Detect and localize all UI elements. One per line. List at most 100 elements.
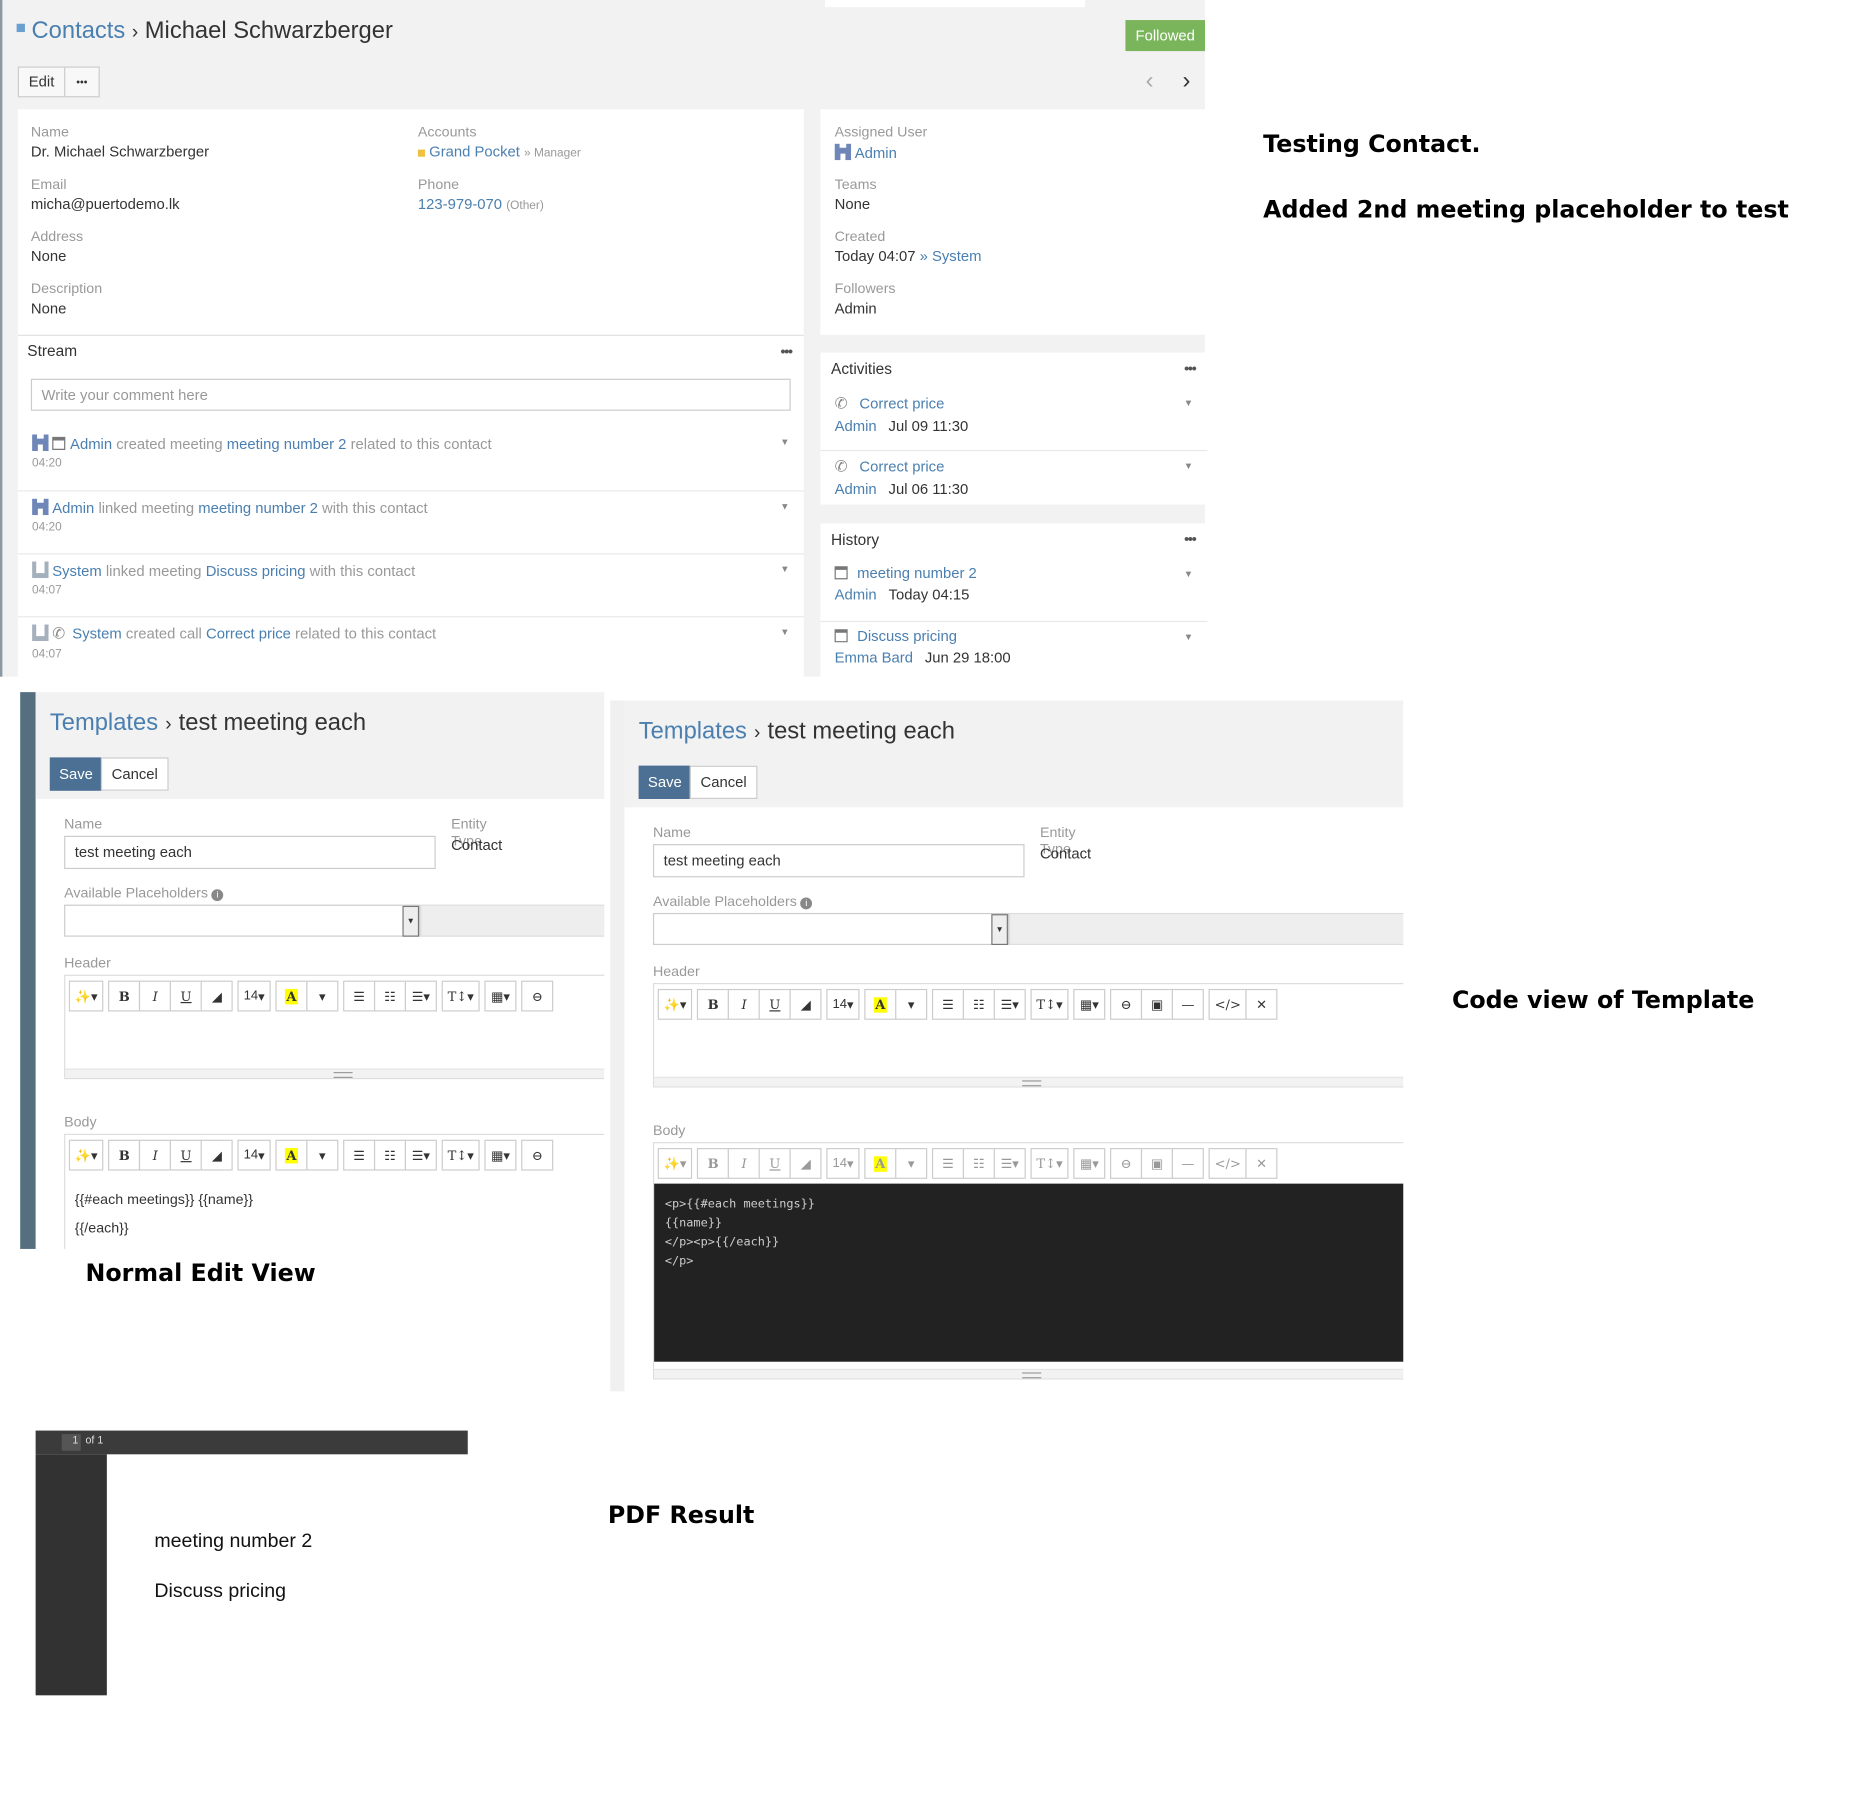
history-menu-button[interactable]: ••• <box>1184 531 1197 548</box>
dropdown-caret-icon[interactable]: ▼ <box>780 437 789 448</box>
history-item-link[interactable]: meeting number 2 <box>857 565 977 582</box>
stream-target-link[interactable]: Correct price <box>206 626 291 643</box>
breadcrumb-templates-link[interactable]: Templates <box>50 710 158 736</box>
body-editor[interactable]: ✨▾ B I U ◢ 14 ▾ A ▾ ☰ ☷ ☰▾ T↕▾ ▦▾ ⊖ ▣ — </> ✕ <p>{{#each m… <box>652 1142 1404 1380</box>
created-by-link[interactable]: » System <box>920 248 982 265</box>
cancel-button[interactable]: Cancel <box>100 757 169 791</box>
stream-target-link[interactable]: meeting number 2 <box>227 436 347 453</box>
font-size-dropdown[interactable]: 14 ▾ <box>237 980 271 1012</box>
underline-icon[interactable]: U <box>170 980 203 1012</box>
resize-handle[interactable] <box>654 1368 1404 1379</box>
eraser-icon[interactable]: ◢ <box>200 980 233 1012</box>
underline-icon[interactable]: U <box>758 1148 791 1179</box>
dropdown-caret-icon[interactable]: ▼ <box>780 627 789 638</box>
table-icon[interactable]: ▦▾ <box>1073 1148 1106 1179</box>
more-actions-button[interactable]: ••• <box>64 66 100 98</box>
bullet-list-icon[interactable]: ☰ <box>343 980 376 1012</box>
numbered-list-icon[interactable]: ☷ <box>962 1148 995 1179</box>
resize-handle[interactable] <box>654 1076 1404 1087</box>
align-dropdown-icon[interactable]: ☰▾ <box>404 980 437 1012</box>
text-height-icon[interactable]: T↕▾ <box>441 1139 480 1171</box>
italic-icon[interactable]: I <box>728 1148 761 1179</box>
bold-icon[interactable]: B <box>108 1139 141 1171</box>
numbered-list-icon[interactable]: ☷ <box>373 980 407 1012</box>
select-dropdown-button[interactable]: ▼ <box>402 905 420 937</box>
eraser-icon[interactable]: ◢ <box>200 1139 233 1171</box>
activities-item-user[interactable]: Admin <box>835 418 877 435</box>
numbered-list-icon[interactable]: ☷ <box>373 1139 407 1171</box>
text-height-icon[interactable]: T↕▾ <box>1030 988 1069 1020</box>
stream-user-link[interactable]: Admin <box>70 436 112 453</box>
align-dropdown-icon[interactable]: ☰▾ <box>993 1148 1026 1179</box>
placeholders-select[interactable] <box>652 912 1010 946</box>
stream-menu-button[interactable]: ••• <box>780 343 793 360</box>
name-input[interactable]: test meeting each <box>64 835 436 870</box>
stream-user-link[interactable]: Admin <box>52 500 94 517</box>
body-content[interactable]: {{#each meetings}} {{name}} {{/each}} <box>75 1185 253 1242</box>
highlight-color-icon[interactable]: A <box>275 1139 308 1171</box>
magic-wand-icon[interactable]: ✨▾ <box>68 1139 104 1171</box>
italic-icon[interactable]: I <box>139 1139 172 1171</box>
underline-icon[interactable]: U <box>758 988 791 1020</box>
breadcrumb-contacts-link[interactable]: Contacts <box>32 18 126 44</box>
body-editor[interactable]: ✨▾ B I U ◢ 14 ▾ A ▾ ☰ ☷ ☰▾ T↕▾ ▦▾ ⊖ {{#each meetings}}… <box>64 1133 605 1249</box>
comment-input[interactable]: Write your comment here <box>30 378 791 411</box>
email-link[interactable]: micha@puertodemo.lk <box>31 196 180 213</box>
placeholders-select[interactable] <box>64 904 421 937</box>
code-view-icon[interactable]: </> <box>1208 988 1247 1020</box>
history-item-link[interactable]: Discuss pricing <box>857 628 957 645</box>
save-button[interactable]: Save <box>49 757 103 791</box>
underline-icon[interactable]: U <box>170 1139 203 1171</box>
cancel-button[interactable]: Cancel <box>689 765 758 799</box>
bullet-list-icon[interactable]: ☰ <box>931 988 965 1020</box>
font-size-dropdown[interactable]: 14 ▾ <box>826 988 860 1020</box>
stream-target-link[interactable]: meeting number 2 <box>198 500 318 517</box>
fullscreen-icon[interactable]: ✕ <box>1245 1148 1278 1179</box>
chevron-right-icon[interactable]: › <box>1182 68 1190 95</box>
align-dropdown-icon[interactable]: ☰▾ <box>404 1139 437 1171</box>
dropdown-caret-icon[interactable]: ▼ <box>780 564 789 575</box>
link-icon[interactable]: ⊖ <box>521 980 554 1012</box>
info-icon[interactable]: i <box>211 889 224 902</box>
name-input[interactable]: test meeting each <box>652 844 1025 878</box>
color-caret-icon[interactable]: ▾ <box>895 988 928 1020</box>
eraser-icon[interactable]: ◢ <box>789 988 822 1020</box>
code-view-icon[interactable]: </> <box>1208 1148 1247 1179</box>
table-icon[interactable]: ▦▾ <box>484 980 517 1012</box>
italic-icon[interactable]: I <box>728 988 761 1020</box>
history-item-user[interactable]: Emma Bard <box>835 649 913 666</box>
breadcrumb-templates-link[interactable]: Templates <box>639 718 747 744</box>
numbered-list-icon[interactable]: ☷ <box>962 988 995 1020</box>
image-icon[interactable]: ▣ <box>1140 988 1174 1020</box>
dropdown-caret-icon[interactable]: ▼ <box>1184 569 1193 580</box>
dropdown-caret-icon[interactable]: ▼ <box>1184 461 1193 472</box>
bold-icon[interactable]: B <box>697 988 730 1020</box>
highlight-color-icon[interactable]: A <box>864 1148 897 1179</box>
dropdown-caret-icon[interactable]: ▼ <box>1184 632 1193 643</box>
align-dropdown-icon[interactable]: ☰▾ <box>993 988 1026 1020</box>
highlight-color-icon[interactable]: A <box>275 980 308 1012</box>
fullscreen-icon[interactable]: ✕ <box>1245 988 1278 1020</box>
table-icon[interactable]: ▦▾ <box>484 1139 517 1171</box>
select-dropdown-button[interactable]: ▼ <box>991 914 1008 946</box>
activities-item-user[interactable]: Admin <box>835 481 877 498</box>
stream-target-link[interactable]: Discuss pricing <box>206 563 306 580</box>
assigned-user-link[interactable]: Admin <box>855 145 897 162</box>
activities-item-link[interactable]: Correct price <box>859 458 944 475</box>
magic-wand-icon[interactable]: ✨▾ <box>657 1148 693 1179</box>
header-editor[interactable]: ✨▾ B I U ◢ 14 ▾ A ▾ ☰ ☷ ☰▾ T↕▾ ▦▾ ⊖ <box>64 974 605 1080</box>
followers-link[interactable]: Admin <box>835 300 896 317</box>
color-caret-icon[interactable]: ▾ <box>895 1148 928 1179</box>
dropdown-caret-icon[interactable]: ▼ <box>780 501 789 512</box>
info-icon[interactable]: i <box>800 897 813 910</box>
bold-icon[interactable]: B <box>697 1148 730 1179</box>
bullet-list-icon[interactable]: ☰ <box>931 1148 965 1179</box>
horizontal-rule-icon[interactable]: — <box>1171 988 1204 1020</box>
link-icon[interactable]: ⊖ <box>1110 1148 1143 1179</box>
code-view-area[interactable]: <p>{{#each meetings}} {{name}} </p><p>{{/e… <box>654 1183 1404 1362</box>
pdf-page-input[interactable]: 1 <box>61 1434 81 1451</box>
magic-wand-icon[interactable]: ✨▾ <box>68 980 104 1012</box>
activities-menu-button[interactable]: ••• <box>1184 360 1197 377</box>
account-link[interactable]: Grand Pocket <box>429 144 520 161</box>
text-height-icon[interactable]: T↕▾ <box>1030 1148 1069 1179</box>
